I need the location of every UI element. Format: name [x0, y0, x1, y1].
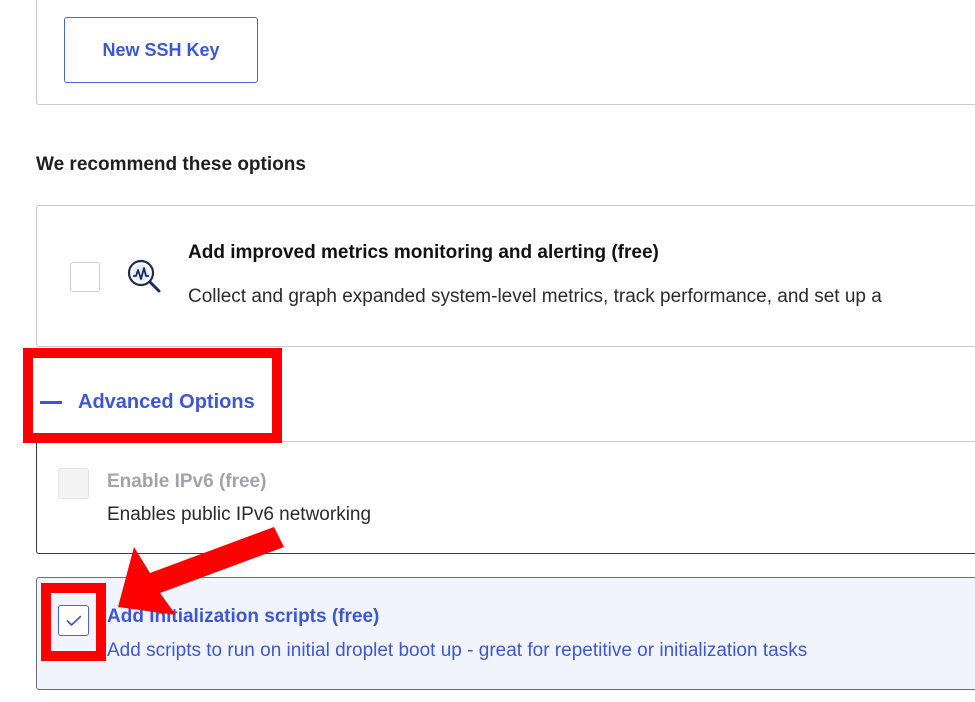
init-scripts-checkbox[interactable]	[58, 605, 89, 636]
ipv6-checkbox	[58, 468, 89, 499]
advanced-options-label: Advanced Options	[78, 390, 255, 413]
collapse-dash-icon	[40, 400, 62, 404]
ipv6-option-description: Enables public IPv6 networking	[107, 504, 372, 525]
checkmark-icon	[66, 615, 81, 626]
metrics-checkbox[interactable]	[70, 262, 100, 292]
metrics-option-title: Add improved metrics monitoring and aler…	[188, 242, 659, 263]
init-scripts-option-card[interactable]	[36, 577, 975, 690]
ipv6-option-card	[36, 441, 975, 554]
advanced-options-toggle[interactable]: Advanced Options	[40, 387, 255, 417]
ipv6-option-title: Enable IPv6 (free)	[107, 471, 267, 492]
metrics-option-card[interactable]	[36, 205, 975, 347]
recommended-options-heading: We recommend these options	[36, 154, 306, 175]
metrics-search-icon	[124, 256, 164, 296]
metrics-option-description: Collect and graph expanded system-level …	[188, 286, 882, 307]
new-ssh-key-button[interactable]: New SSH Key	[64, 17, 258, 83]
init-scripts-option-description: Add scripts to run on initial droplet bo…	[107, 640, 808, 661]
init-scripts-option-title: Add Initialization scripts (free)	[107, 606, 380, 627]
